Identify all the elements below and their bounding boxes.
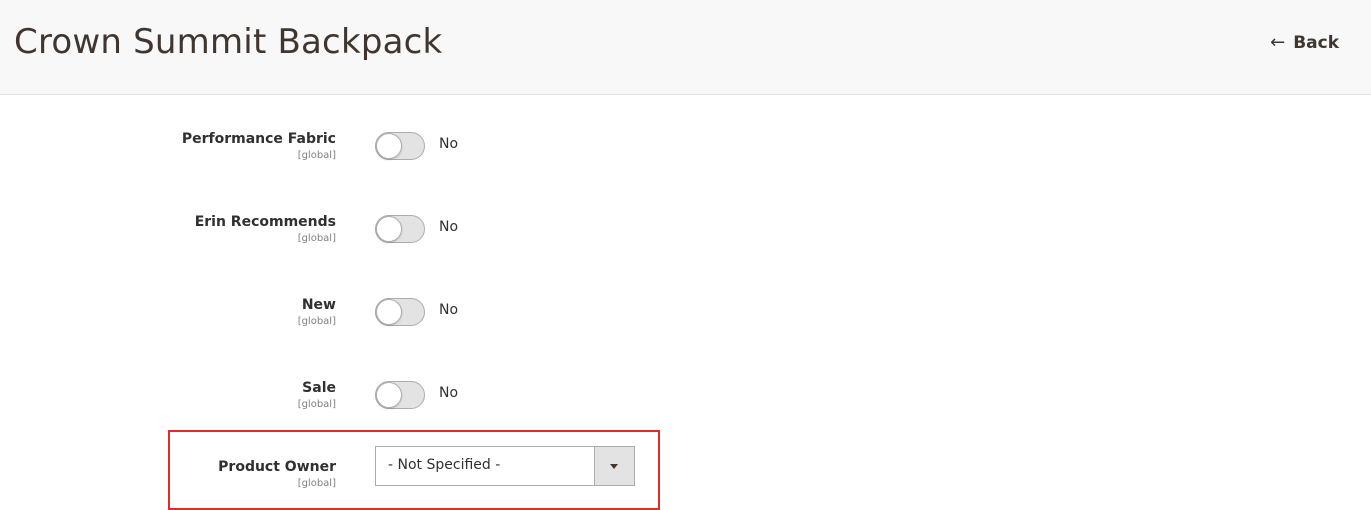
product-owner-select[interactable]: - Not Specified - xyxy=(375,446,635,486)
chevron-down-icon xyxy=(610,464,618,469)
field-scope: [global] xyxy=(297,399,336,410)
field-label-group: Performance Fabric [global] xyxy=(182,130,336,162)
field-sale: Sale [global] No xyxy=(0,379,700,419)
toggle-knob xyxy=(376,382,402,408)
toggle-state-text: No xyxy=(439,219,459,235)
toggle-state-text: No xyxy=(439,136,459,152)
sale-toggle[interactable] xyxy=(375,381,425,409)
field-scope: [global] xyxy=(297,316,336,327)
field-label: New xyxy=(301,297,336,313)
left-arrow-icon: ← xyxy=(1270,32,1286,53)
field-new: New [global] No xyxy=(0,296,700,336)
field-scope: [global] xyxy=(297,150,336,161)
toggle-knob xyxy=(376,299,402,325)
performance-fabric-toggle[interactable] xyxy=(375,132,425,160)
page-title: Crown Summit Backpack xyxy=(14,22,443,62)
field-scope: [global] xyxy=(297,478,336,489)
field-label-group: Product Owner [global] xyxy=(218,458,336,490)
page-header: Crown Summit Backpack ← Back xyxy=(0,0,1371,95)
toggle-state-text: No xyxy=(439,385,459,401)
field-label-group: Sale [global] xyxy=(298,379,336,411)
toggle-knob xyxy=(376,133,402,159)
field-scope: [global] xyxy=(297,233,336,244)
erin-recommends-toggle[interactable] xyxy=(375,215,425,243)
field-label: Erin Recommends xyxy=(194,214,336,230)
field-label-group: New [global] xyxy=(298,296,336,328)
toggle-state-text: No xyxy=(439,302,459,318)
new-toggle[interactable] xyxy=(375,298,425,326)
field-erin-recommends: Erin Recommends [global] No xyxy=(0,213,700,253)
back-button[interactable]: ← Back xyxy=(1270,32,1339,53)
field-label: Performance Fabric xyxy=(181,131,336,147)
toggle-knob xyxy=(376,216,402,242)
back-button-label: Back xyxy=(1293,32,1339,53)
field-label: Sale xyxy=(302,380,336,396)
field-label-group: Erin Recommends [global] xyxy=(195,213,336,245)
select-value: - Not Specified - xyxy=(388,457,501,473)
field-label: Product Owner xyxy=(218,459,336,475)
select-dropdown-button[interactable] xyxy=(594,447,634,485)
field-performance-fabric: Performance Fabric [global] No xyxy=(0,130,700,170)
